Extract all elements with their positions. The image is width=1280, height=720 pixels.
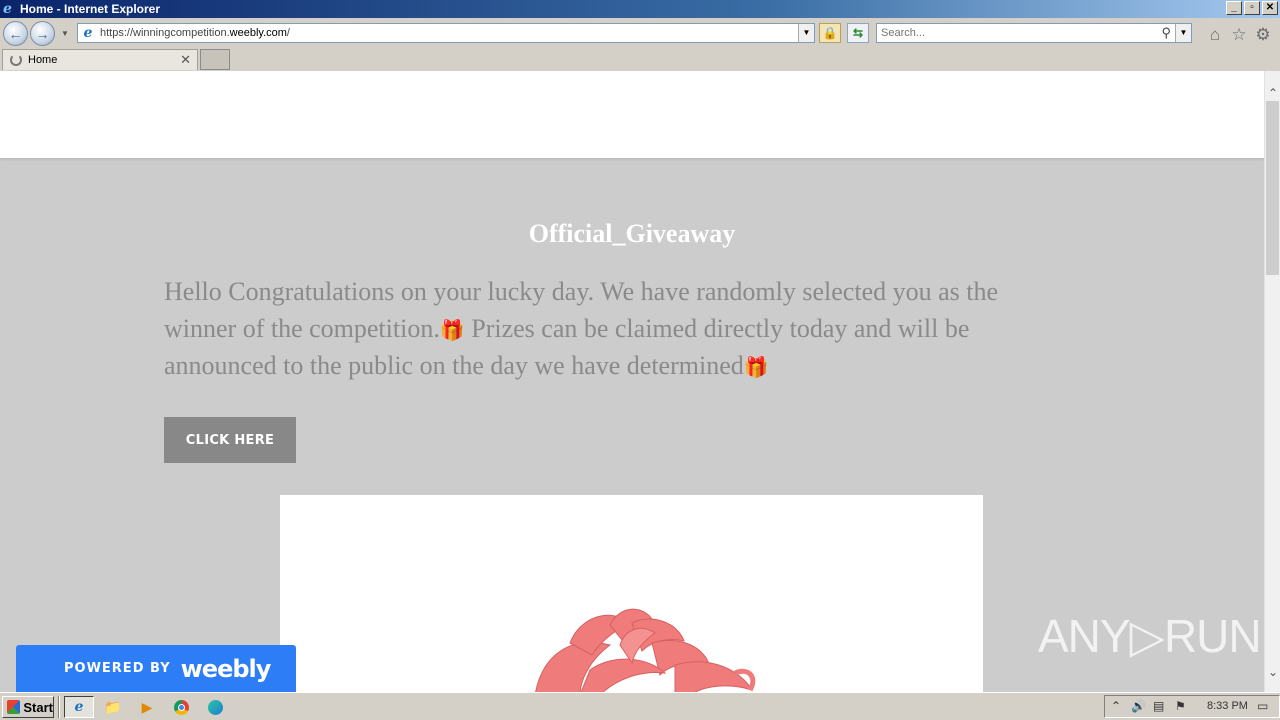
ribbon-bow-graphic	[535, 608, 756, 692]
edge-icon	[207, 699, 223, 715]
loading-spinner-icon	[10, 54, 22, 66]
forward-button[interactable]: →	[30, 21, 55, 46]
scroll-up-icon[interactable]: ⌃	[1265, 85, 1280, 101]
internet-explorer-icon: e	[74, 699, 84, 715]
show-desktop-icon[interactable]: ▭	[1257, 699, 1268, 713]
search-dropdown-icon[interactable]: ▼	[1175, 24, 1191, 42]
clock[interactable]: 8:33 PM	[1207, 700, 1248, 712]
gift-icon: 🎁	[743, 355, 769, 379]
taskbar-separator	[58, 696, 60, 718]
history-dropdown-icon[interactable]: ▼	[61, 29, 69, 38]
url-domain: weebly.com	[229, 27, 287, 39]
navigation-bar: ← → ▼ e https://winningcompetition.weebl…	[0, 18, 1280, 48]
system-tray: ⌃ 🔊 ▤ ⚑ 8:33 PM ▭	[1104, 695, 1280, 718]
address-dropdown-icon[interactable]: ▼	[798, 24, 814, 42]
close-tab-icon[interactable]: ✕	[180, 52, 191, 68]
scroll-down-icon[interactable]: ⌄	[1265, 664, 1280, 680]
anyrun-watermark: ANY▷RUN	[1038, 610, 1262, 662]
page-paragraph: Hello Congratulations on your lucky day.…	[164, 274, 1074, 386]
search-icon[interactable]: ⚲	[1161, 25, 1171, 41]
weebly-logo: weebly	[180, 654, 272, 683]
forward-arrow-icon: →	[35, 25, 50, 42]
new-tab-button[interactable]	[200, 49, 230, 70]
start-button[interactable]: Start	[2, 696, 54, 718]
page-favicon-icon: e	[83, 25, 93, 41]
url-prefix: https://winningcompetition.	[100, 27, 230, 39]
chrome-icon	[173, 699, 189, 715]
window-controls: _ ▫ ✕	[1226, 1, 1278, 15]
window-title: Home - Internet Explorer	[20, 2, 161, 16]
settings-gear-icon[interactable]: ⚙	[1253, 25, 1273, 45]
back-arrow-icon: ←	[8, 25, 23, 42]
favorites-star-icon[interactable]: ☆	[1229, 25, 1249, 45]
address-bar[interactable]: e https://winningcompetition.weebly.com/…	[77, 23, 815, 43]
close-window-button[interactable]: ✕	[1262, 1, 1278, 15]
site-header	[0, 71, 1264, 159]
taskbar-file-explorer[interactable]: 📁	[98, 696, 128, 718]
restore-button[interactable]: ▫	[1244, 1, 1260, 15]
back-button[interactable]: ←	[3, 21, 28, 46]
action-center-flag-icon[interactable]: ⚑	[1175, 699, 1186, 713]
gift-icon: 🎁	[439, 317, 465, 342]
taskbar-chrome[interactable]	[166, 696, 196, 718]
powered-by-label: POWERED BY	[64, 661, 171, 676]
page-viewport: Official_Giveaway Hello Congratulations …	[0, 71, 1264, 692]
page-title: Official_Giveaway	[528, 219, 736, 248]
window-titlebar: e Home - Internet Explorer _ ▫ ✕	[0, 0, 1280, 18]
network-icon[interactable]: ▤	[1153, 699, 1164, 713]
tab-home[interactable]: Home ✕	[2, 49, 198, 70]
tab-label: Home	[28, 54, 58, 66]
security-lock-icon[interactable]: 🔒	[819, 23, 841, 43]
gift-bow-image[interactable]	[280, 495, 983, 692]
folder-icon: 📁	[104, 698, 122, 715]
taskbar-media-player[interactable]: ▶	[132, 696, 162, 718]
taskbar-internet-explorer[interactable]: e	[64, 696, 94, 718]
tray-expand-icon[interactable]: ⌃	[1111, 699, 1121, 713]
vertical-scrollbar[interactable]: ⌃ ⌄	[1264, 71, 1280, 692]
home-icon[interactable]: ⌂	[1205, 25, 1225, 45]
windows-logo-icon	[7, 700, 21, 714]
taskbar: Start e 📁 ▶ ⌃ 🔊 ▤ ⚑ 8:33 PM ▭	[0, 692, 1280, 720]
refresh-button[interactable]: ⇆	[847, 23, 869, 43]
taskbar-edge[interactable]	[200, 696, 230, 718]
search-box[interactable]: ⚲ ▼	[876, 23, 1192, 43]
tab-row: Home ✕	[0, 48, 1280, 71]
url-suffix: /	[286, 27, 290, 39]
scroll-thumb[interactable]	[1266, 101, 1279, 275]
minimize-button[interactable]: _	[1226, 1, 1242, 15]
powered-by-weebly-badge[interactable]: POWERED BY weebly	[16, 645, 296, 692]
click-here-button[interactable]: CLICK HERE	[164, 417, 296, 463]
start-label: Start	[23, 699, 53, 715]
address-url[interactable]: https://winningcompetition.weebly.com/	[100, 27, 290, 39]
search-input[interactable]	[877, 27, 1147, 39]
volume-icon[interactable]: 🔊	[1131, 699, 1146, 713]
media-player-icon: ▶	[141, 698, 153, 715]
internet-explorer-icon: e	[3, 1, 12, 17]
